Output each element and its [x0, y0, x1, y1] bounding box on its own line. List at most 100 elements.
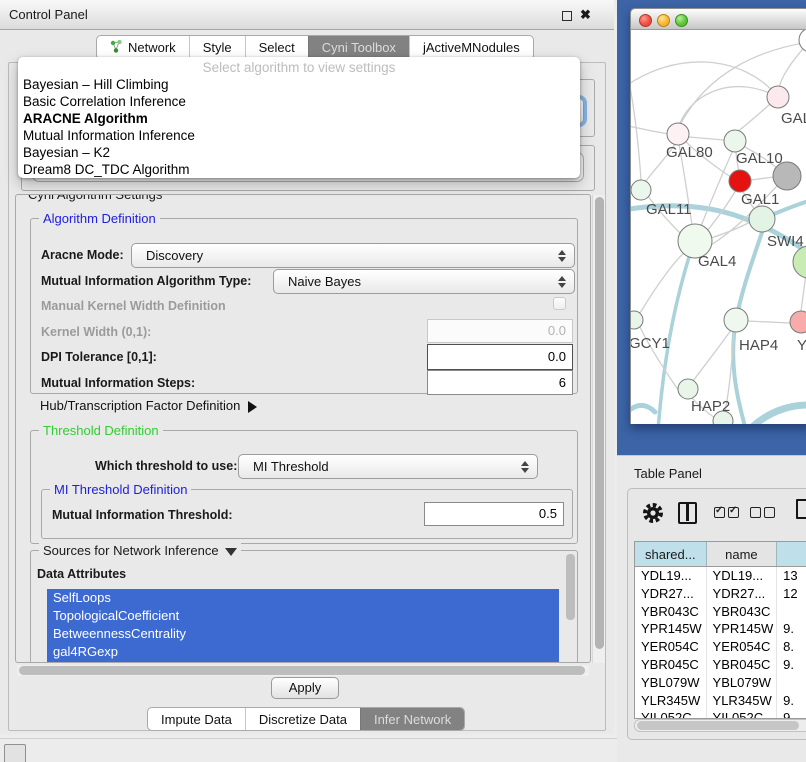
- table-cell: YDL19...: [707, 567, 778, 585]
- network-node-swi4[interactable]: [793, 246, 806, 278]
- tab-discretize-data[interactable]: Discretize Data: [245, 708, 360, 730]
- table-row[interactable]: YBR043CYBR043C: [635, 603, 806, 621]
- table-cell: 9.: [777, 656, 806, 674]
- mi-steps-field[interactable]: 6: [427, 370, 573, 395]
- mi-type-value: Naive Bayes: [288, 274, 361, 289]
- table-row[interactable]: YDL19...YDL19...13: [635, 567, 806, 585]
- mi-algorithm-type-combo[interactable]: Naive Bayes: [273, 269, 575, 294]
- mi-threshold-field[interactable]: 0.5: [424, 502, 564, 526]
- table-row[interactable]: YER054CYER054C8.: [635, 638, 806, 656]
- network-node-y[interactable]: [790, 311, 806, 333]
- network-canvas[interactable]: GALGAL80GAL10GAL1GAL11SWI4GAL4GCY1HAP4YH…: [630, 30, 806, 424]
- attributes-scrollbar[interactable]: [566, 554, 575, 620]
- tab-jactivemnodules[interactable]: jActiveMNodules: [409, 36, 533, 59]
- tab-cyni-toolbox[interactable]: Cyni Toolbox: [308, 36, 409, 59]
- column-header[interactable]: shared...: [635, 542, 707, 566]
- node-label: SWI4: [767, 233, 804, 250]
- columns-icon[interactable]: [678, 502, 697, 524]
- node-label: GAL80: [666, 144, 713, 161]
- column-header[interactable]: [777, 542, 806, 566]
- kernel-width-field[interactable]: 0.0: [427, 319, 573, 343]
- table-cell: 13: [777, 567, 806, 585]
- which-threshold-combo[interactable]: MI Threshold: [238, 454, 538, 479]
- algorithm-option[interactable]: Dream8 DC_TDC Algorithm: [18, 161, 580, 178]
- manual-kernel-checkbox[interactable]: [553, 297, 566, 310]
- settings-horizontal-scrollbar[interactable]: [17, 665, 589, 676]
- network-view-window[interactable]: GALGAL80GAL10GAL1GAL11SWI4GAL4GCY1HAP4YH…: [630, 8, 806, 424]
- settings-vertical-scrollbar[interactable]: [592, 195, 605, 663]
- aracne-mode-combo[interactable]: Discovery: [131, 243, 575, 268]
- table-row[interactable]: YIL052CYIL052C9: [635, 709, 806, 719]
- algorithm-option[interactable]: Bayesian – Hill Climbing: [18, 76, 580, 93]
- apply-button[interactable]: Apply: [271, 677, 339, 699]
- network-edge: [631, 405, 655, 414]
- table-cell: YLR345W: [635, 692, 707, 710]
- tab-network[interactable]: Network: [97, 36, 189, 59]
- attribute-item[interactable]: BetweennessCentrality: [47, 625, 559, 643]
- partial-bottom-button[interactable]: [4, 744, 26, 762]
- table-row[interactable]: YBL079WYBL079W: [635, 674, 806, 692]
- aracne-mode-label: Aracne Mode:: [41, 248, 124, 262]
- network-node[interactable]: [799, 30, 806, 52]
- network-edge: [711, 222, 750, 238]
- data-attributes-label: Data Attributes: [37, 567, 126, 581]
- threshold-definition-title: Threshold Definition: [39, 423, 163, 438]
- network-edge: [693, 330, 731, 381]
- algorithm-dropdown-popup: Select algorithm to view settings Bayesi…: [18, 57, 580, 178]
- hub-definition-label: Hub/Transcription Factor Definition: [40, 398, 240, 413]
- column-header[interactable]: name: [707, 542, 778, 566]
- network-node-gal80[interactable]: [667, 123, 689, 145]
- table-row[interactable]: YPR145WYPR145W9.: [635, 620, 806, 638]
- network-node[interactable]: [749, 206, 775, 232]
- sources-group-title[interactable]: Sources for Network Inference: [39, 543, 241, 558]
- close-icon[interactable]: ✖: [580, 7, 591, 23]
- unchecked-boxes-icon[interactable]: [750, 507, 775, 518]
- attribute-item[interactable]: TopologicalCoefficient: [47, 607, 559, 625]
- mi-threshold-group: MI Threshold Definition Mutual Informati…: [41, 489, 573, 539]
- data-attributes-list[interactable]: SelfLoopsTopologicalCoefficientBetweenne…: [47, 589, 559, 663]
- network-node-gal10[interactable]: [724, 130, 746, 152]
- zoom-traffic-light-icon[interactable]: [675, 14, 688, 27]
- hub-definition-expander[interactable]: Hub/Transcription Factor Definition: [40, 398, 257, 413]
- tab-infer-network[interactable]: Infer Network: [360, 708, 464, 730]
- collapse-arrow-icon: [225, 548, 237, 556]
- algorithm-option[interactable]: Bayesian – K2: [18, 144, 580, 161]
- network-edge: [751, 177, 774, 180]
- tab-style[interactable]: Style: [189, 36, 245, 59]
- checked-boxes-icon[interactable]: [714, 507, 739, 518]
- table-cell: YER054C: [635, 638, 707, 656]
- minimize-traffic-light-icon[interactable]: [657, 14, 670, 27]
- sources-title-text: Sources for Network Inference: [43, 543, 219, 558]
- network-node-gal1[interactable]: [729, 170, 751, 192]
- table-horizontal-scrollbar[interactable]: [634, 719, 806, 732]
- algorithm-option[interactable]: Mutual Information Inference: [18, 127, 580, 144]
- table-row[interactable]: YLR345WYLR345W9.: [635, 692, 806, 710]
- file-icon[interactable]: [796, 499, 806, 519]
- network-node-gal11[interactable]: [631, 180, 651, 200]
- dpi-tolerance-field[interactable]: 0.0: [427, 344, 573, 370]
- table-row[interactable]: YBR045CYBR045C9.: [635, 656, 806, 674]
- attribute-item[interactable]: SelfLoops: [47, 589, 559, 607]
- table-row[interactable]: YDR27...YDR27...12: [635, 585, 806, 603]
- network-node-hap4[interactable]: [724, 308, 748, 332]
- gear-icon[interactable]: [642, 502, 664, 524]
- attribute-item[interactable]: gal4RGexp: [47, 643, 559, 661]
- algorithm-option[interactable]: ARACNE Algorithm: [18, 110, 580, 127]
- table-cell: YDR27...: [635, 585, 707, 603]
- float-icon[interactable]: [562, 11, 572, 21]
- network-node-gal[interactable]: [767, 86, 789, 108]
- network-node-hap2[interactable]: [678, 379, 698, 399]
- close-traffic-light-icon[interactable]: [639, 14, 652, 27]
- table-cell: YDL19...: [635, 567, 707, 585]
- stepper-icon: [521, 461, 529, 473]
- network-window-titlebar[interactable]: [630, 8, 806, 30]
- tab-label: Select: [259, 40, 295, 55]
- algorithm-option[interactable]: Basic Correlation Inference: [18, 93, 580, 110]
- tab-impute-data[interactable]: Impute Data: [148, 708, 245, 730]
- tab-select[interactable]: Select: [245, 36, 308, 59]
- network-edge: [747, 321, 790, 323]
- node-label: HAP4: [739, 337, 778, 354]
- table-cell: YLR345W: [707, 692, 778, 710]
- table-panel: Table Panel shared...name YDL19...YDL19.…: [617, 455, 806, 762]
- network-node-gcy1[interactable]: [631, 311, 643, 329]
